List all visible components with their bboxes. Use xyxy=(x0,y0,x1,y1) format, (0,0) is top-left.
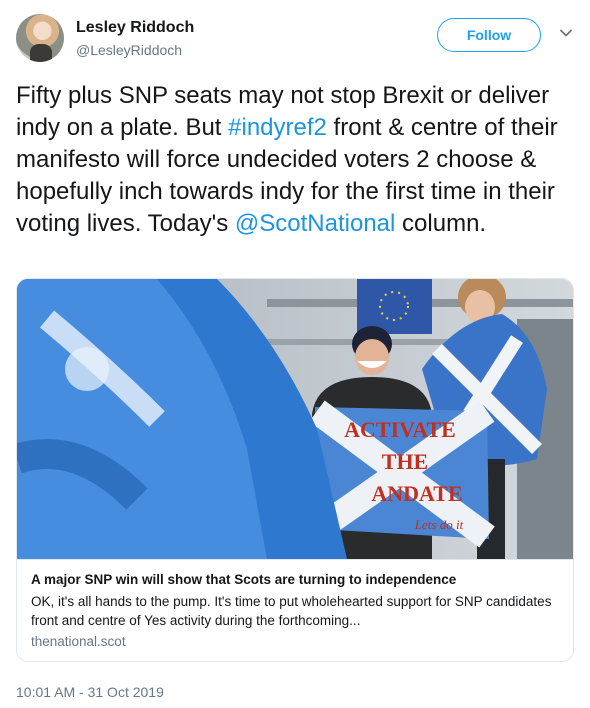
tweet-timestamp[interactable]: 10:01 AM - 31 Oct 2019 xyxy=(16,684,164,700)
author-handle[interactable]: @LesleyRiddoch xyxy=(76,42,182,58)
tweet-text: Fifty plus SNP seats may not stop Brexit… xyxy=(16,80,576,240)
banner-line4: Lets do it xyxy=(414,517,464,532)
card-title[interactable]: A major SNP win will show that Scots are… xyxy=(31,572,561,587)
banner-line2: THE xyxy=(382,449,428,474)
chevron-down-icon[interactable] xyxy=(559,26,573,40)
mention-link[interactable]: @ScotNational xyxy=(235,210,395,237)
card-body: A major SNP win will show that Scots are… xyxy=(17,559,573,649)
card-domain: thenational.scot xyxy=(31,634,126,649)
banner-line3: ANDATE xyxy=(371,481,462,506)
card-description: OK, it's all hands to the pump. It's tim… xyxy=(31,594,552,628)
author-name[interactable]: Lesley Riddoch xyxy=(76,19,194,37)
article-image: ACTIVATE THE ANDATE Lets do it xyxy=(17,279,573,559)
banner-line1: ACTIVATE xyxy=(344,417,456,442)
tweet-text-part3: column. xyxy=(395,210,487,237)
follow-button[interactable]: Follow xyxy=(437,18,541,52)
link-card[interactable]: ACTIVATE THE ANDATE Lets do it A major S… xyxy=(16,278,574,662)
author-avatar[interactable] xyxy=(16,14,64,62)
hashtag-link[interactable]: #indyref2 xyxy=(228,114,327,141)
tweet-header: Lesley Riddoch @LesleyRiddoch Follow xyxy=(16,14,574,66)
